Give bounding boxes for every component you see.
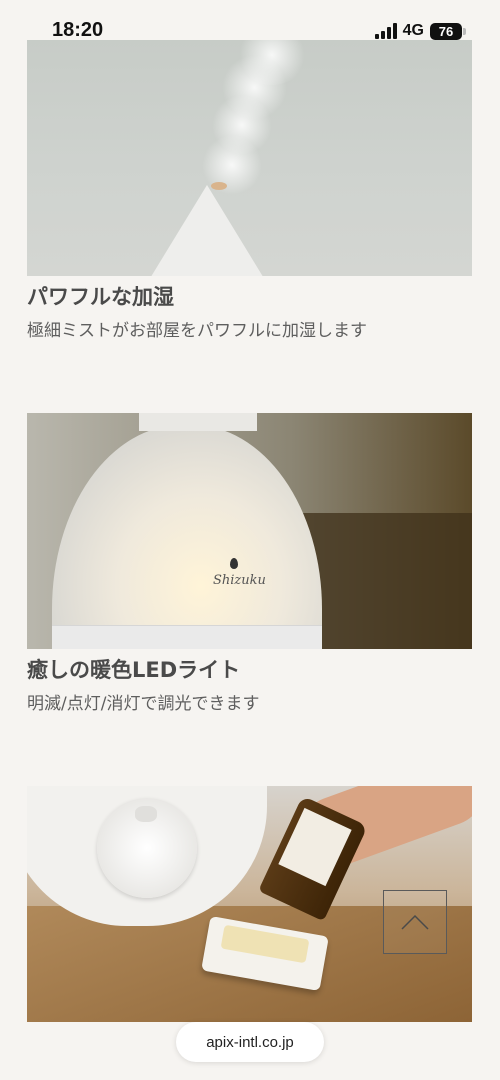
signal-icon <box>374 23 397 39</box>
feature-title: 癒しの暖色LEDライト <box>27 658 241 682</box>
feature-description: 極細ミストがお部屋をパワフルに加湿します <box>27 321 367 341</box>
led-lamp-photo: Shizuku <box>27 413 472 649</box>
browser-url-bar[interactable]: apix-intl.co.jp <box>176 1022 324 1062</box>
feature-description: 明滅/点灯/消灯で調光できます <box>27 694 260 714</box>
status-indicators: 4G 76 <box>374 22 466 40</box>
feature-card-led: Shizuku 癒しの暖色LEDライト 明滅/点灯/消灯で調光できます <box>27 413 472 719</box>
status-bar: 18:20 4G 76 <box>0 0 500 40</box>
humidifier-mist-photo <box>27 40 472 276</box>
battery-level: 76 <box>430 22 462 40</box>
page: 18:20 4G 76 パワフルな加湿 極細ミストがお部屋をパワフルに加湿します <box>0 0 500 1080</box>
feature-card-humidify: パワフルな加湿 極細ミストがお部屋をパワフルに加湿します <box>27 40 472 346</box>
product-logo: Shizuku <box>213 573 266 588</box>
status-time: 18:20 <box>52 19 104 41</box>
chevron-up-icon <box>401 914 429 930</box>
network-type: 4G <box>402 22 424 39</box>
back-to-top-button[interactable] <box>383 890 447 954</box>
battery-icon: 76 <box>430 22 466 40</box>
water-drop-icon <box>230 558 238 569</box>
feature-title: パワフルな加湿 <box>27 285 174 309</box>
